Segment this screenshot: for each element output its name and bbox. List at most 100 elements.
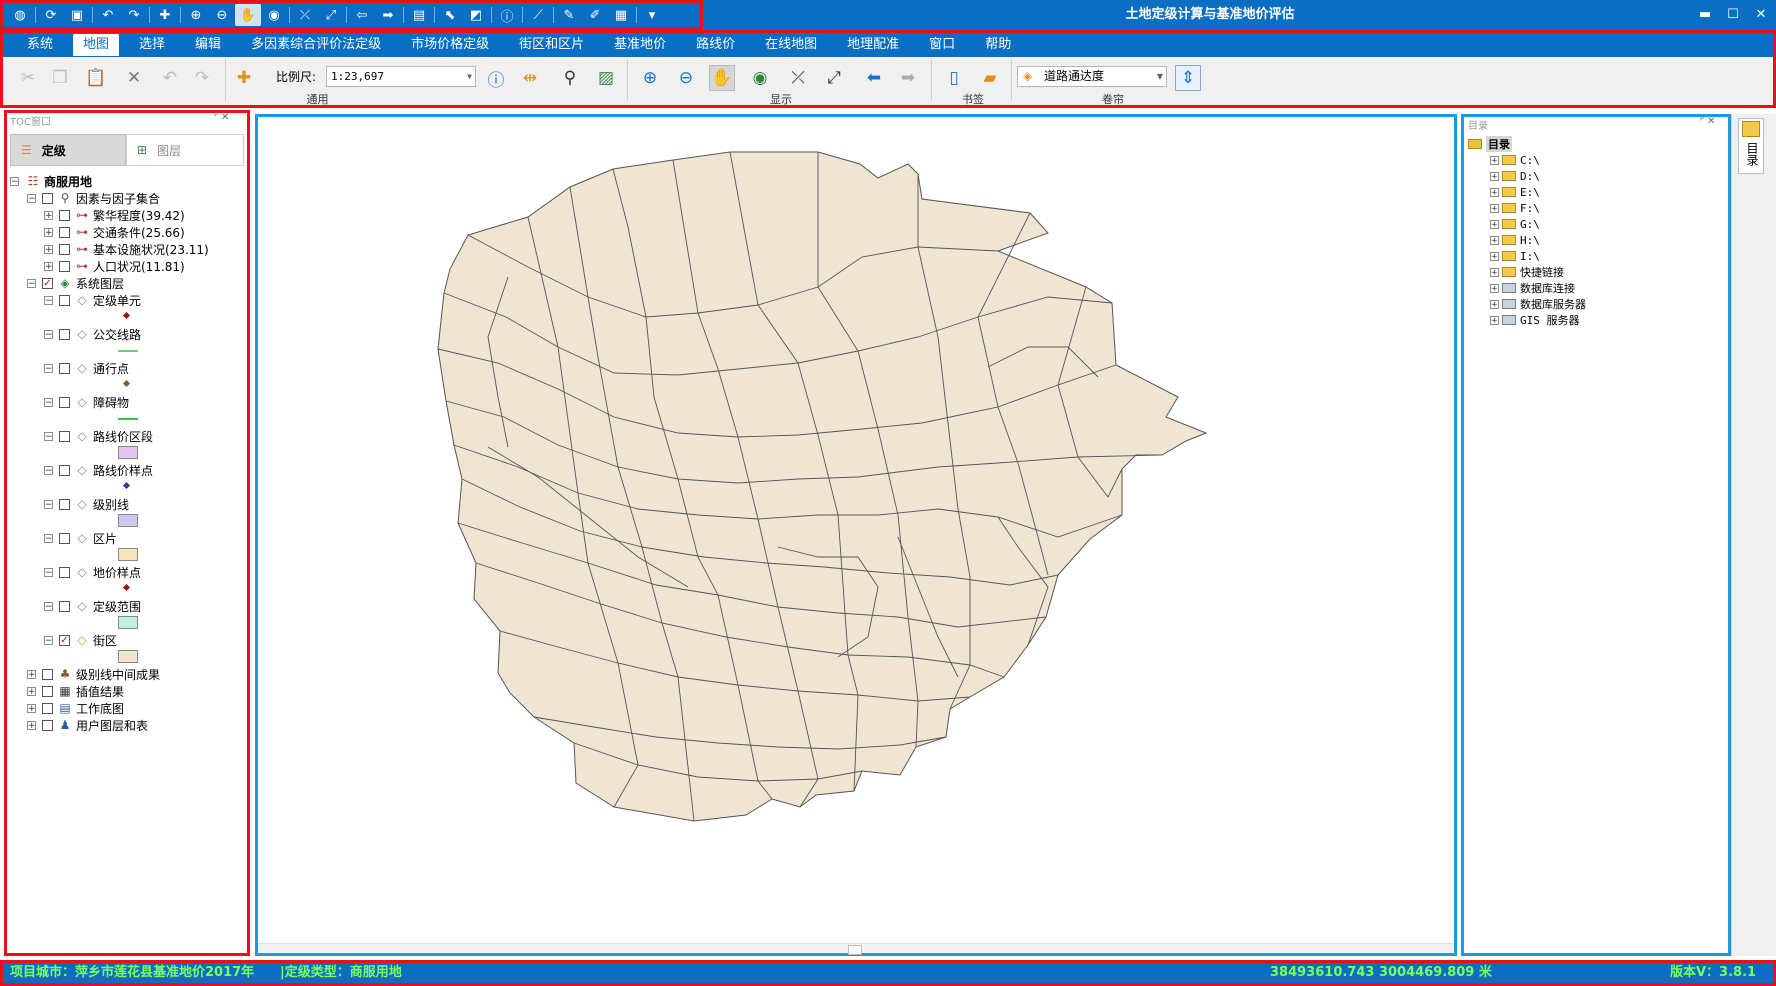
expand-icon[interactable]: +: [27, 686, 36, 696]
fixed-zoom-in-icon[interactable]: ⤫: [292, 4, 318, 26]
expand-icon[interactable]: +: [1490, 283, 1499, 293]
map-canvas[interactable]: [258, 117, 1454, 953]
toc-node[interactable]: + ▤ 工作底图: [27, 699, 124, 717]
toc-node[interactable]: − ✓ ◈ 系统图层: [27, 274, 124, 292]
forward-icon[interactable]: ➡: [375, 4, 401, 26]
pan-icon[interactable]: ✋: [235, 4, 261, 26]
layer-checkbox[interactable]: [59, 532, 70, 544]
toc-node[interactable]: − ◇ 路线价样点: [44, 461, 153, 479]
close-button[interactable]: ✕: [1752, 6, 1770, 24]
expand-icon[interactable]: +: [44, 261, 53, 271]
collapse-icon[interactable]: −: [44, 567, 53, 577]
maximize-button[interactable]: ☐: [1724, 6, 1742, 24]
map-scroll-thumb[interactable]: [848, 945, 862, 955]
expand-icon[interactable]: +: [1490, 299, 1499, 309]
toc-node[interactable]: + ⊶ 基本设施状况(23.11): [44, 240, 209, 258]
collapse-icon[interactable]: −: [44, 295, 53, 305]
toc-pin-close-buttons[interactable]: ᴾ ✕: [214, 112, 229, 123]
layer-checkbox[interactable]: [59, 430, 70, 442]
collapse-icon[interactable]: −: [44, 431, 53, 441]
expand-icon[interactable]: +: [1490, 267, 1499, 277]
toc-node[interactable]: − ✓ ◇ 街区: [44, 631, 117, 649]
layer-checkbox[interactable]: [59, 362, 70, 374]
back-icon[interactable]: ⇦: [349, 4, 375, 26]
layer-checkbox[interactable]: [59, 226, 70, 238]
fixed-zoom-out-icon[interactable]: ⤢: [318, 4, 344, 26]
tab-layers[interactable]: ⊞ 图层: [126, 134, 244, 166]
full-extent-icon[interactable]: ◉: [261, 4, 287, 26]
layer-checkbox[interactable]: [42, 192, 53, 204]
layer-checkbox[interactable]: ✓: [59, 634, 70, 646]
toc-node[interactable]: + ⊶ 交通条件(25.66): [44, 223, 185, 241]
pencil-icon[interactable]: ✎: [556, 4, 582, 26]
add-data-icon[interactable]: ✚: [152, 4, 178, 26]
catalog-root[interactable]: 目录: [1468, 136, 1512, 152]
catalog-item[interactable]: + H:\: [1490, 232, 1540, 248]
toc-node[interactable]: − ◇ 区片: [44, 529, 117, 547]
expand-icon[interactable]: +: [1490, 235, 1499, 245]
collapse-icon[interactable]: −: [44, 363, 53, 373]
layer-checkbox[interactable]: [59, 464, 70, 476]
toc-node[interactable]: − ◇ 通行点: [44, 359, 129, 377]
layer-checkbox[interactable]: [59, 600, 70, 612]
layer-checkbox[interactable]: [42, 702, 53, 714]
toc-node[interactable]: − ◇ 公交线路: [44, 325, 141, 343]
layer-checkbox[interactable]: [59, 566, 70, 578]
toc-node[interactable]: − ☷ 商服用地: [10, 172, 92, 190]
zoom-out-icon[interactable]: ⊖: [209, 4, 235, 26]
map-view[interactable]: [255, 114, 1457, 956]
expand-icon[interactable]: +: [1490, 187, 1499, 197]
toc-node[interactable]: − ◇ 障碍物: [44, 393, 129, 411]
catalog-item[interactable]: + 数据库服务器: [1490, 296, 1586, 312]
expand-icon[interactable]: +: [1490, 251, 1499, 261]
collapse-icon[interactable]: −: [44, 397, 53, 407]
catalog-item[interactable]: + E:\: [1490, 184, 1540, 200]
catalog-pin-close-buttons[interactable]: ᴾ ✕: [1700, 116, 1715, 127]
collapse-icon[interactable]: −: [44, 465, 53, 475]
select-element-icon[interactable]: ⬉: [437, 4, 463, 26]
expand-icon[interactable]: +: [44, 210, 53, 220]
catalog-item[interactable]: + 数据库连接: [1490, 280, 1575, 296]
toc-node[interactable]: − ◇ 定级单元: [44, 291, 141, 309]
catalog-item[interactable]: + F:\: [1490, 200, 1540, 216]
redo-icon[interactable]: ↷: [121, 4, 147, 26]
expand-icon[interactable]: +: [44, 244, 53, 254]
measure-icon[interactable]: ⟋: [525, 4, 551, 26]
catalog-item[interactable]: + G:\: [1490, 216, 1540, 232]
toc-node[interactable]: − ⚲ 因素与因子集合: [27, 189, 160, 207]
collapse-icon[interactable]: −: [44, 601, 53, 611]
clipboard-icon[interactable]: ▦: [608, 4, 634, 26]
toc-node[interactable]: − ◇ 地价样点: [44, 563, 141, 581]
customize-icon[interactable]: ▾: [639, 4, 665, 26]
catalog-item[interactable]: + C:\: [1490, 152, 1540, 168]
expand-icon[interactable]: +: [1490, 203, 1499, 213]
collapse-icon[interactable]: −: [44, 329, 53, 339]
toc-node[interactable]: + ⊶ 繁华程度(39.42): [44, 206, 185, 224]
catalog-item[interactable]: + 快捷链接: [1490, 264, 1564, 280]
globe-icon[interactable]: ◍: [7, 4, 33, 26]
toc-node[interactable]: + ▦ 插值结果: [27, 682, 124, 700]
collapse-icon[interactable]: −: [44, 533, 53, 543]
toc-node[interactable]: − ◇ 定级范围: [44, 597, 141, 615]
toc-node[interactable]: − ◇ 路线价区段: [44, 427, 153, 445]
catalog-item[interactable]: + GIS 服务器: [1490, 312, 1580, 328]
catalog-item[interactable]: + I:\: [1490, 248, 1540, 264]
collapse-icon[interactable]: −: [44, 499, 53, 509]
collapse-icon[interactable]: −: [44, 635, 53, 645]
expand-icon[interactable]: +: [1490, 219, 1499, 229]
expand-icon[interactable]: +: [27, 669, 36, 679]
layer-checkbox[interactable]: [59, 209, 70, 221]
layer-checkbox[interactable]: [42, 685, 53, 697]
toc-node[interactable]: − ◇ 级别线: [44, 495, 129, 513]
toc-node[interactable]: + ⊶ 人口状况(11.81): [44, 257, 185, 275]
expand-icon[interactable]: +: [27, 703, 36, 713]
collapse-icon[interactable]: −: [27, 193, 36, 203]
layer-checkbox[interactable]: [59, 396, 70, 408]
tab-grading[interactable]: ☰ 定级: [10, 134, 126, 166]
minimize-button[interactable]: ▬: [1696, 6, 1714, 24]
collapse-icon[interactable]: −: [27, 278, 36, 288]
undo-icon[interactable]: ↶: [95, 4, 121, 26]
edit-icon[interactable]: ✐: [582, 4, 608, 26]
layer-checkbox[interactable]: [42, 668, 53, 680]
expand-icon[interactable]: +: [44, 227, 53, 237]
